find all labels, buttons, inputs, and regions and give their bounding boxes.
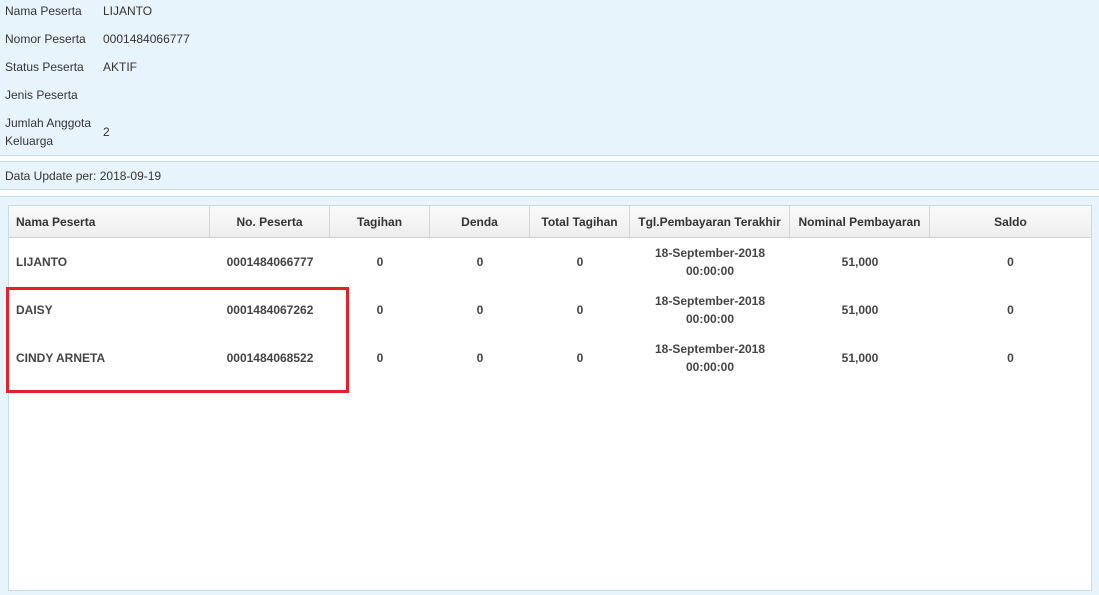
info-label: Jumlah Anggota Keluarga: [5, 116, 92, 148]
cell-denda: 0: [476, 351, 484, 365]
info-label: Nomor Peserta: [5, 32, 86, 46]
table-row[interactable]: CINDY ARNETA 0001484068522 0 0 0 18-Sept…: [9, 334, 1091, 382]
cell-no-peserta: 0001484066777: [226, 255, 314, 269]
info-row-jumlah-anggota: Jumlah Anggota Keluarga 2: [5, 114, 110, 150]
cell-total-tagihan: 0: [576, 303, 584, 317]
cell-tgl-pembayaran: 18-September-2018 00:00:00: [654, 246, 766, 278]
data-update-bar: Data Update per: 2018-09-19: [0, 161, 1099, 190]
grid-header: Nama Peserta No. Peserta Tagihan Denda T…: [9, 206, 1091, 238]
cell-tgl-pembayaran: 18-September-2018 00:00:00: [654, 294, 766, 326]
info-row-status: Status Peserta AKTIF: [5, 58, 137, 76]
payment-grid: Nama Peserta No. Peserta Tagihan Denda T…: [8, 205, 1092, 591]
grid-container: Nama Peserta No. Peserta Tagihan Denda T…: [0, 196, 1099, 595]
cell-nominal-pembayaran: 51,000: [841, 351, 879, 365]
data-update-text: Data Update per: 2018-09-19: [5, 169, 162, 183]
column-header-denda[interactable]: Denda: [430, 206, 530, 238]
column-header-nama-peserta[interactable]: Nama Peserta: [9, 206, 210, 238]
info-value: 2: [103, 125, 110, 139]
cell-tagihan: 0: [376, 255, 384, 269]
table-row[interactable]: DAISY 0001484067262 0 0 0 18-September-2…: [9, 286, 1091, 334]
info-label: Nama Peserta: [5, 4, 82, 18]
table-row[interactable]: LIJANTO 0001484066777 0 0 0 18-September…: [9, 238, 1091, 286]
cell-no-peserta: 0001484067262: [226, 303, 314, 317]
info-value: 0001484066777: [103, 32, 190, 46]
cell-tagihan: 0: [376, 351, 384, 365]
info-label: Jenis Peserta: [5, 88, 78, 102]
cell-nominal-pembayaran: 51,000: [841, 255, 879, 269]
info-value: LIJANTO: [103, 4, 153, 18]
cell-nama-peserta: CINDY ARNETA: [16, 351, 106, 365]
column-header-no-peserta[interactable]: No. Peserta: [210, 206, 330, 238]
cell-nama-peserta: DAISY: [16, 303, 53, 317]
cell-tagihan: 0: [376, 303, 384, 317]
cell-total-tagihan: 0: [576, 351, 584, 365]
cell-saldo: 0: [1007, 351, 1014, 365]
cell-saldo: 0: [1007, 255, 1014, 269]
info-row-nama: Nama Peserta LIJANTO: [5, 2, 152, 20]
participant-info-panel: Nama Peserta LIJANTO Nomor Peserta 00014…: [0, 0, 1099, 156]
column-header-nominal-pembayaran[interactable]: Nominal Pembayaran: [790, 206, 930, 238]
cell-denda: 0: [476, 303, 484, 317]
cell-saldo: 0: [1007, 303, 1014, 317]
column-header-tagihan[interactable]: Tagihan: [330, 206, 430, 238]
info-row-jenis: Jenis Peserta: [5, 86, 103, 104]
info-row-nomor: Nomor Peserta 0001484066777: [5, 30, 190, 48]
cell-denda: 0: [476, 255, 484, 269]
info-label: Status Peserta: [5, 60, 84, 74]
column-header-tgl-pembayaran[interactable]: Tgl.Pembayaran Terakhir: [630, 206, 790, 238]
cell-total-tagihan: 0: [576, 255, 584, 269]
cell-no-peserta: 0001484068522: [226, 351, 314, 365]
grid-body: LIJANTO 0001484066777 0 0 0 18-September…: [9, 238, 1091, 382]
info-value: AKTIF: [103, 60, 138, 74]
cell-nominal-pembayaran: 51,000: [841, 303, 879, 317]
cell-nama-peserta: LIJANTO: [16, 255, 68, 269]
column-header-total-tagihan[interactable]: Total Tagihan: [530, 206, 630, 238]
column-header-saldo[interactable]: Saldo: [930, 206, 1091, 238]
cell-tgl-pembayaran: 18-September-2018 00:00:00: [654, 342, 766, 374]
